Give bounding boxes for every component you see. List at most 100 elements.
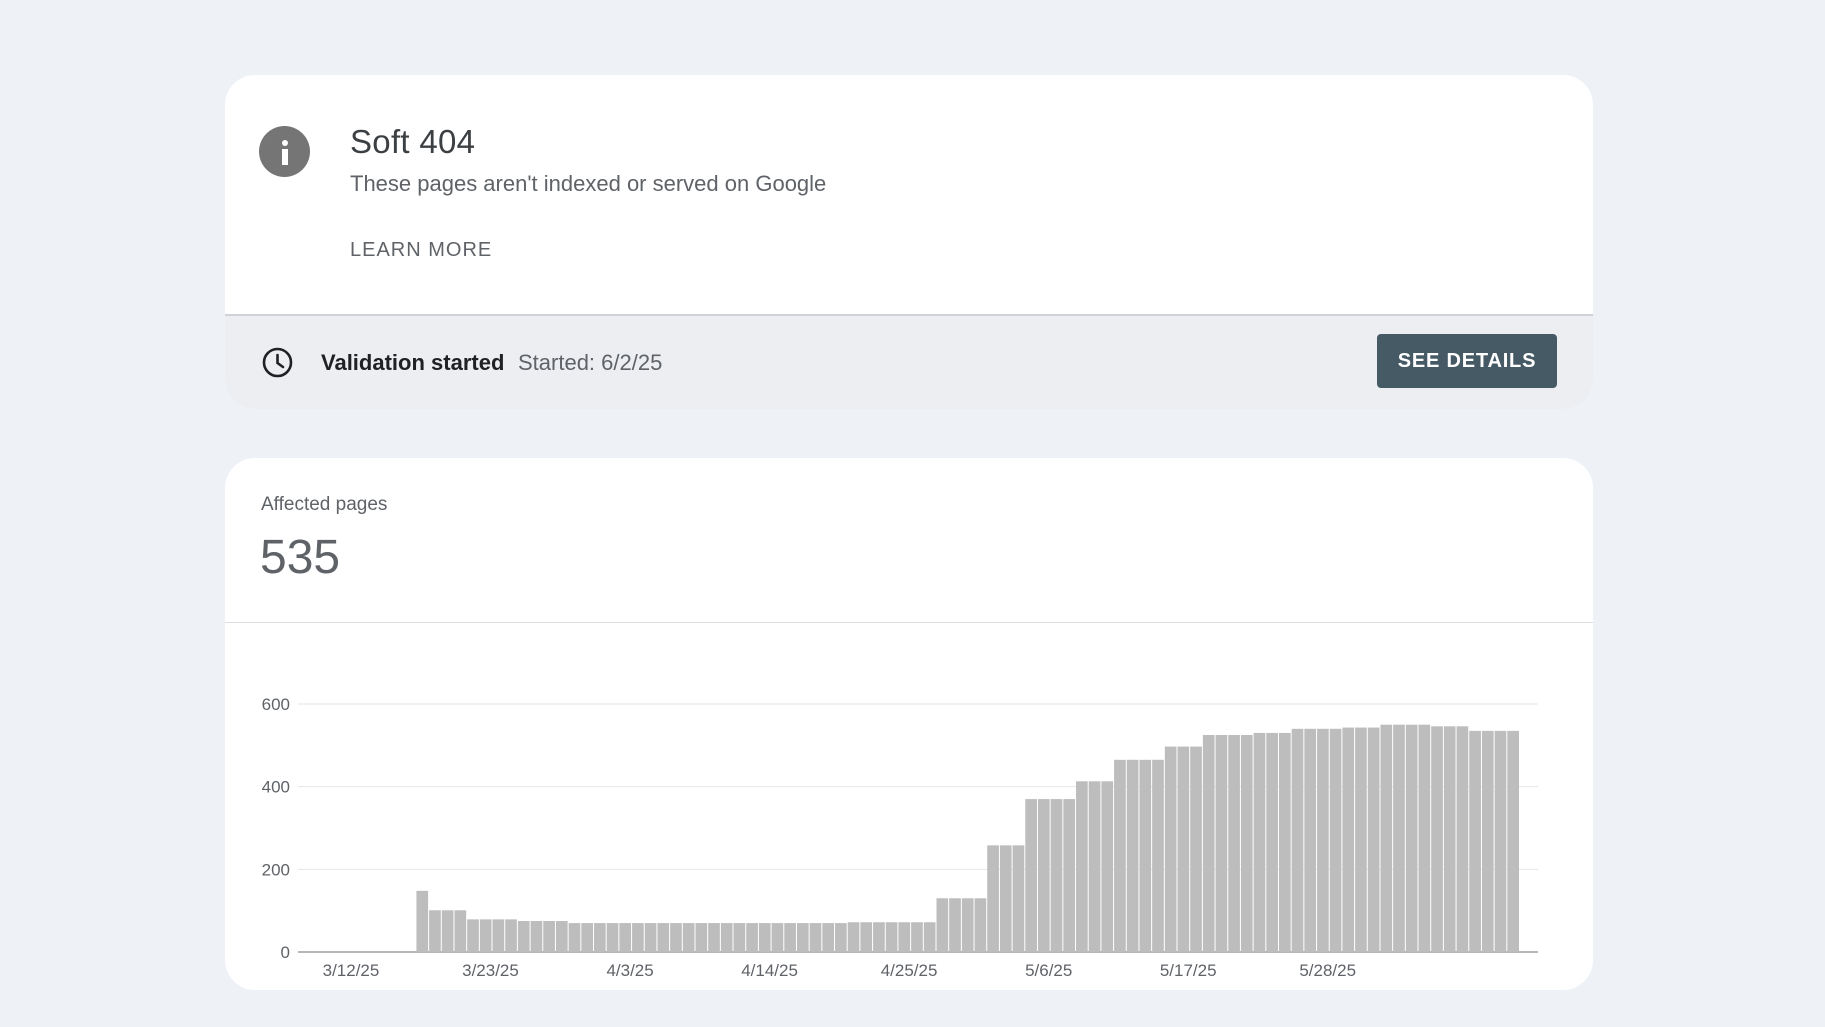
chart-bar[interactable] <box>1367 727 1380 952</box>
x-tick-label: 4/3/25 <box>606 961 653 980</box>
chart-bar[interactable] <box>530 921 543 952</box>
chart-bar[interactable] <box>822 923 835 952</box>
chart-bar[interactable] <box>429 910 441 952</box>
chart-bar[interactable] <box>708 923 720 952</box>
see-details-button[interactable]: SEE DETAILS <box>1377 334 1557 388</box>
chart-bar[interactable] <box>1418 724 1431 952</box>
issue-card: Soft 404 These pages aren't indexed or s… <box>225 75 1593 409</box>
issue-title: Soft 404 <box>350 123 476 160</box>
y-tick-label: 200 <box>262 860 290 879</box>
x-tick-label: 5/6/25 <box>1025 961 1072 980</box>
chart-bar[interactable] <box>898 922 911 952</box>
chart-bar[interactable] <box>416 890 429 952</box>
x-tick-label: 3/12/25 <box>323 961 380 980</box>
chart-bar[interactable] <box>1063 799 1076 952</box>
chart-bar[interactable] <box>1215 735 1228 952</box>
chart-bar[interactable] <box>733 923 746 952</box>
chart-bar[interactable] <box>670 923 682 952</box>
chart-bar[interactable] <box>581 923 594 952</box>
chart-bar[interactable] <box>746 923 758 952</box>
chart-bar[interactable] <box>1037 799 1050 952</box>
chart-bar[interactable] <box>1380 724 1393 952</box>
chart-bar[interactable] <box>594 923 606 952</box>
chart-bar[interactable] <box>1190 746 1202 952</box>
chart-bar[interactable] <box>441 910 454 952</box>
chart-bar[interactable] <box>492 919 505 952</box>
chart-bar[interactable] <box>885 922 898 952</box>
chart-bar[interactable] <box>657 923 670 952</box>
chart-bar[interactable] <box>1050 799 1063 952</box>
chart-bar[interactable] <box>1355 727 1367 952</box>
chart-bar[interactable] <box>1266 732 1278 952</box>
chart-bar[interactable] <box>543 921 555 952</box>
chart-bar[interactable] <box>1114 759 1126 952</box>
chart-bar[interactable] <box>809 923 822 952</box>
chart-bar[interactable] <box>1152 759 1164 952</box>
chart-bar[interactable] <box>1329 728 1342 952</box>
chart-bar[interactable] <box>771 923 784 952</box>
chart-bar[interactable] <box>1278 732 1291 952</box>
chart-bar[interactable] <box>796 923 809 952</box>
chart-bar[interactable] <box>860 922 873 952</box>
chart-bar[interactable] <box>467 919 479 952</box>
chart-bar[interactable] <box>606 923 619 952</box>
chart-bar[interactable] <box>1012 845 1025 952</box>
learn-more-link[interactable]: LEARN MORE <box>350 239 492 262</box>
x-tick-label: 5/28/25 <box>1299 961 1356 980</box>
chart-bar[interactable] <box>1025 799 1037 952</box>
chart-bar[interactable] <box>682 923 695 952</box>
chart-bar[interactable] <box>987 845 999 952</box>
y-tick-label: 0 <box>281 943 290 962</box>
chart-bar[interactable] <box>695 923 708 952</box>
chart-bar[interactable] <box>1291 728 1304 952</box>
chart-bar[interactable] <box>911 922 923 952</box>
chart-bar[interactable] <box>936 898 949 952</box>
chart-bar[interactable] <box>1253 732 1266 952</box>
chart-bar[interactable] <box>1228 735 1240 952</box>
chart-bar[interactable] <box>1507 730 1519 952</box>
chart-bar[interactable] <box>632 923 644 952</box>
chart-bar[interactable] <box>454 910 467 952</box>
chart-bar[interactable] <box>1456 726 1469 952</box>
chart-bar[interactable] <box>974 898 987 952</box>
chart-bar[interactable] <box>555 921 568 952</box>
chart-bar[interactable] <box>1177 746 1190 952</box>
chart-bar[interactable] <box>644 923 657 952</box>
x-tick-label: 4/14/25 <box>741 961 798 980</box>
chart-bar[interactable] <box>1164 746 1177 952</box>
chart-bar[interactable] <box>1101 781 1114 952</box>
chart-bar[interactable] <box>847 922 860 952</box>
chart-bar[interactable] <box>1240 735 1253 952</box>
chart-bar[interactable] <box>517 921 530 952</box>
chart-bar[interactable] <box>1202 735 1215 952</box>
chart-bar[interactable] <box>1088 781 1101 952</box>
chart-bar[interactable] <box>923 922 936 952</box>
chart-bar[interactable] <box>835 923 847 952</box>
chart-bar[interactable] <box>1469 730 1481 952</box>
chart-bar[interactable] <box>1076 781 1088 952</box>
chart-bar[interactable] <box>961 898 974 952</box>
chart-bar[interactable] <box>1126 759 1139 952</box>
chart-bar[interactable] <box>999 845 1012 952</box>
chart-bar[interactable] <box>568 923 581 952</box>
chart-bar[interactable] <box>1494 730 1507 952</box>
chart-bar[interactable] <box>1342 727 1355 952</box>
chart-bar[interactable] <box>619 923 632 952</box>
chart-bar[interactable] <box>784 923 796 952</box>
chart-bar[interactable] <box>1431 726 1443 952</box>
chart-bar[interactable] <box>720 923 733 952</box>
chart-bar[interactable] <box>949 898 961 952</box>
chart-bar[interactable] <box>1405 724 1418 952</box>
chart-bar[interactable] <box>1139 759 1152 952</box>
chart-bar[interactable] <box>1304 728 1317 952</box>
chart-bar[interactable] <box>1481 730 1494 952</box>
chart-bar[interactable] <box>505 919 517 952</box>
chart-bar[interactable] <box>1443 726 1456 952</box>
chart-bar[interactable] <box>479 919 492 952</box>
y-tick-label: 400 <box>262 778 290 797</box>
chart-bar[interactable] <box>873 922 885 952</box>
chart-bar[interactable] <box>1317 728 1329 952</box>
issue-subtitle: These pages aren't indexed or served on … <box>350 171 827 196</box>
chart-bar[interactable] <box>758 923 771 952</box>
chart-bar[interactable] <box>1393 724 1405 952</box>
